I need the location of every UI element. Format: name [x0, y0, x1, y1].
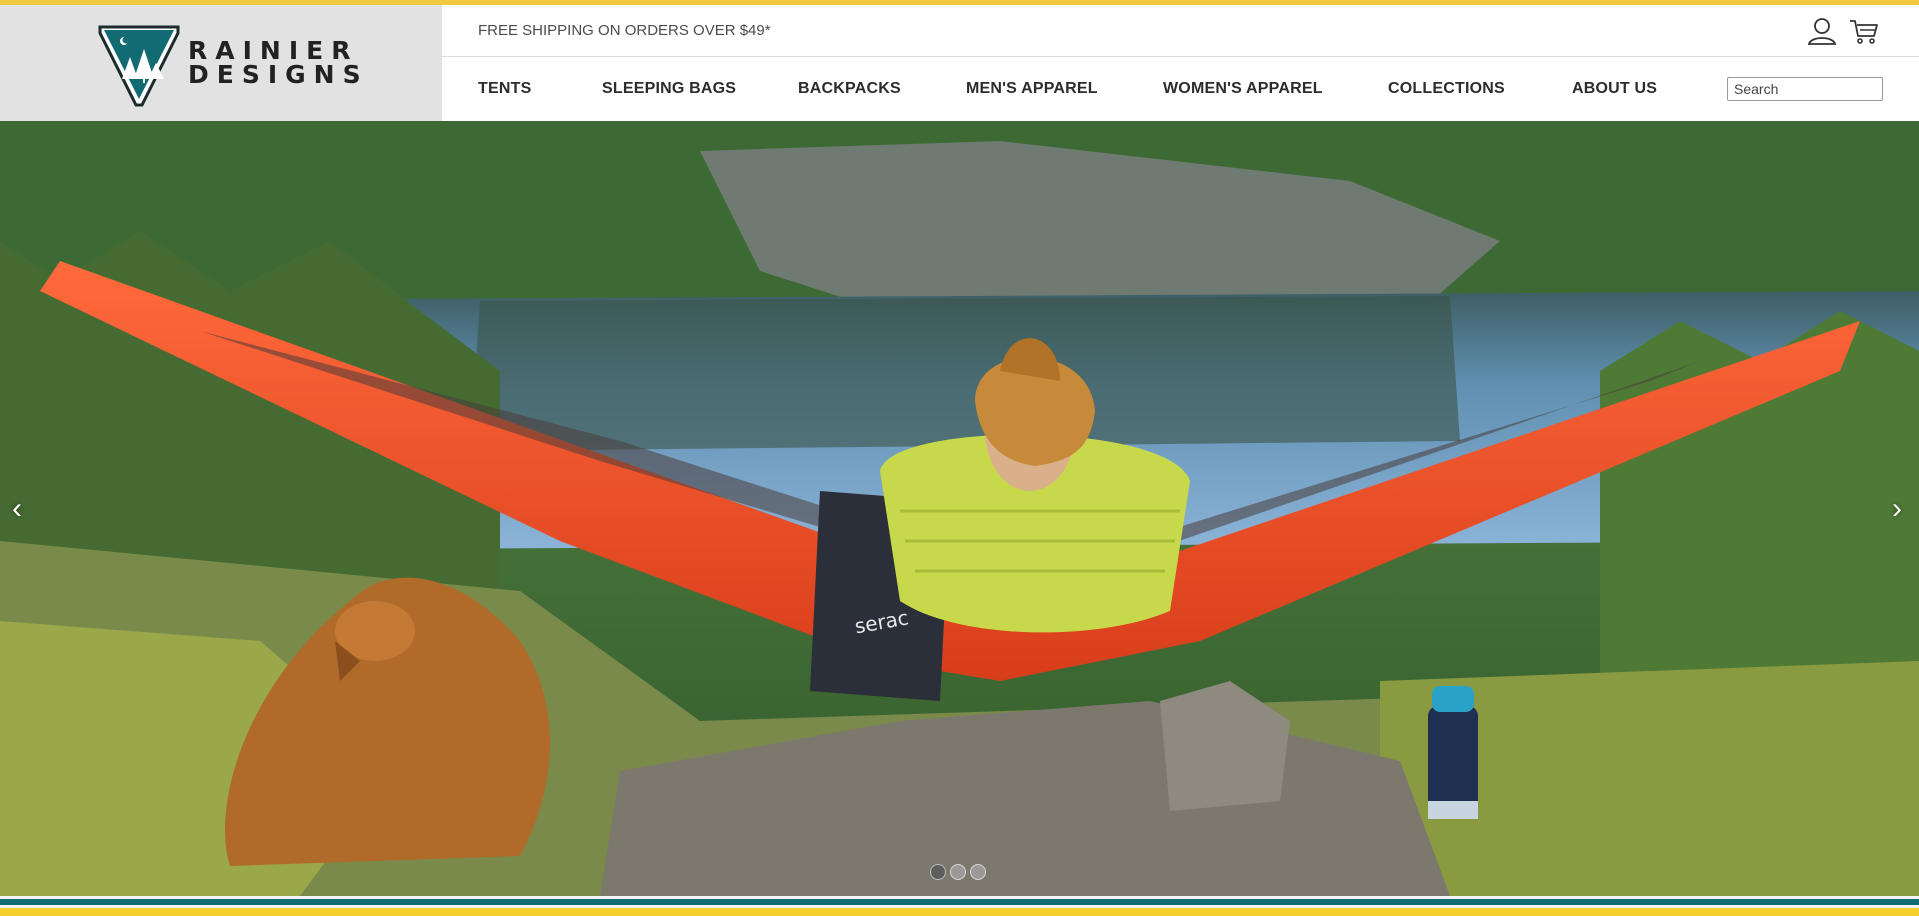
- carousel-next-arrow[interactable]: ›: [1892, 494, 1902, 524]
- carousel-dot-2[interactable]: [950, 864, 966, 880]
- hero-image: serac: [0, 121, 1919, 896]
- cart-icon[interactable]: [1848, 15, 1880, 47]
- carousel-prev-arrow[interactable]: ‹: [12, 494, 22, 524]
- nav-item-tents[interactable]: TENTS: [478, 80, 531, 98]
- logo-panel[interactable]: RAINIER DESIGNS: [0, 5, 442, 121]
- nav-item-collections[interactable]: COLLECTIONS: [1388, 80, 1505, 98]
- nav-item-womens-apparel[interactable]: WOMEN'S APPAREL: [1163, 80, 1323, 98]
- logo-wordmark-line2: DESIGNS: [188, 60, 369, 89]
- logo-mark-icon: [98, 25, 180, 107]
- carousel-dot-1[interactable]: [930, 864, 946, 880]
- teal-stripe: [0, 899, 1919, 905]
- nav-item-mens-apparel[interactable]: MEN'S APPAREL: [966, 80, 1098, 98]
- shipping-promo: FREE SHIPPING ON ORDERS OVER $49*: [478, 22, 771, 39]
- yellow-stripe: [0, 908, 1919, 916]
- logo-wordmark: RAINIER DESIGNS: [188, 38, 369, 89]
- main-nav: TENTS SLEEPING BAGS BACKPACKS MEN'S APPA…: [442, 57, 1919, 121]
- nav-item-about-us[interactable]: ABOUT US: [1572, 80, 1657, 98]
- hero-carousel: serac ‹ ›: [0, 121, 1919, 896]
- utility-bar: FREE SHIPPING ON ORDERS OVER $49*: [442, 5, 1919, 57]
- nav-item-backpacks[interactable]: BACKPACKS: [798, 80, 901, 98]
- user-icon[interactable]: [1806, 15, 1838, 47]
- carousel-dot-3[interactable]: [970, 864, 986, 880]
- nav-item-sleeping-bags[interactable]: SLEEPING BAGS: [602, 80, 736, 98]
- search-input[interactable]: [1727, 77, 1883, 101]
- footer-stripes: [0, 896, 1919, 916]
